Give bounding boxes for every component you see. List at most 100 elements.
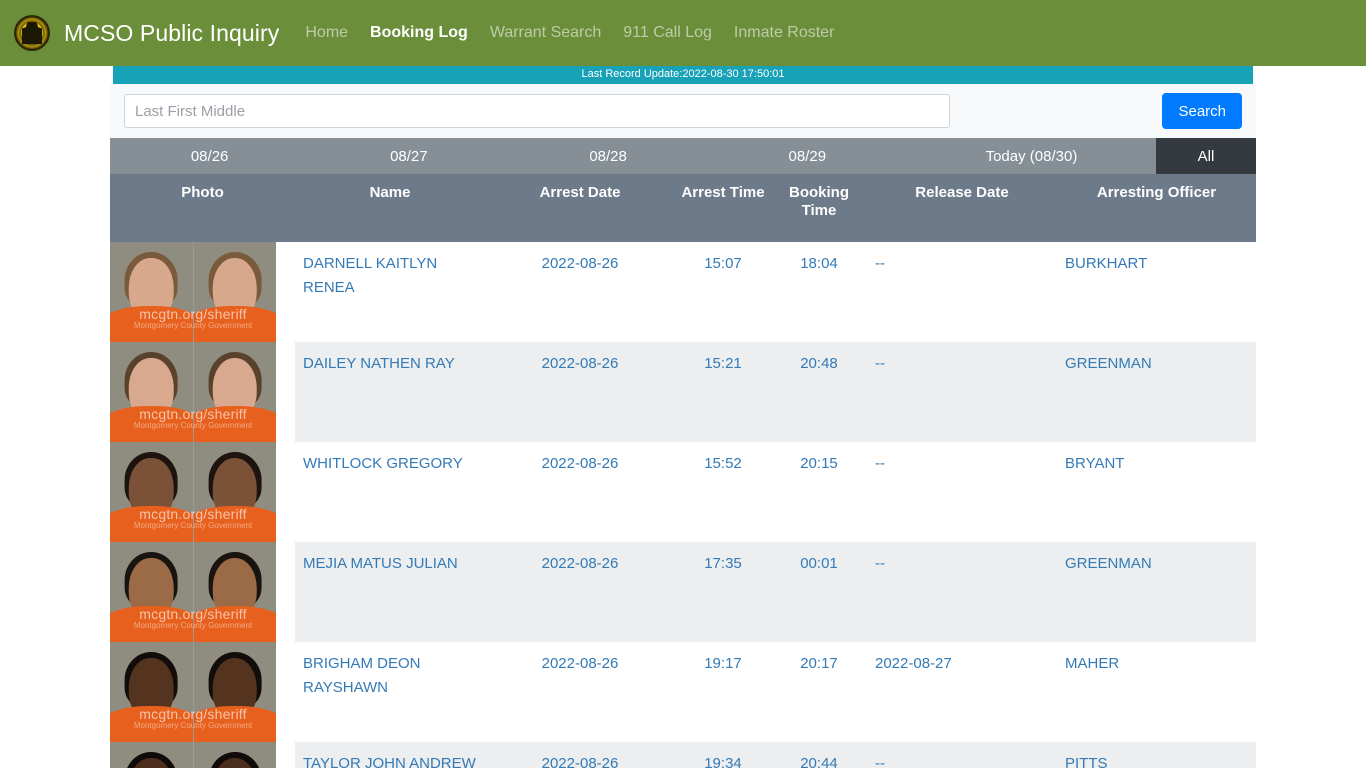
cell-arresting-officer-link[interactable]: BRYANT	[1065, 455, 1124, 472]
column-header-arrest-date[interactable]: Arrest Date	[485, 174, 675, 242]
cell-arresting-officer[interactable]: PITTS	[1057, 742, 1256, 768]
column-header-name[interactable]: Name	[295, 174, 485, 242]
cell-arresting-officer-link[interactable]: MAHER	[1065, 655, 1119, 672]
cell-arresting-officer-link[interactable]: GREENMAN	[1065, 555, 1152, 572]
cell-booking-time-link[interactable]: 20:44	[800, 755, 838, 768]
cell-arrest-time-link[interactable]: 15:21	[704, 355, 742, 372]
cell-arrest-date-link[interactable]: 2022-08-26	[542, 755, 619, 768]
cell-arrest-date[interactable]: 2022-08-26	[485, 742, 675, 768]
cell-name-link[interactable]: TAYLOR JOHN ANDREW	[303, 755, 476, 768]
cell-name[interactable]: DAILEY NATHEN RAY	[295, 342, 485, 442]
nav-link-home[interactable]: Home	[305, 24, 348, 42]
cell-arrest-date-link[interactable]: 2022-08-26	[542, 455, 619, 472]
cell-photo[interactable]: mcgtn.org/sheriffMontgomery County Gover…	[110, 742, 295, 768]
cell-arresting-officer[interactable]: MAHER	[1057, 642, 1256, 742]
cell-name[interactable]: WHITLOCK GREGORY	[295, 442, 485, 542]
cell-arrest-date[interactable]: 2022-08-26	[485, 342, 675, 442]
cell-release-date[interactable]: --	[867, 442, 1057, 542]
tab-0828[interactable]: 08/28	[508, 138, 707, 174]
cell-arrest-date[interactable]: 2022-08-26	[485, 542, 675, 642]
cell-booking-time-link[interactable]: 20:17	[800, 655, 838, 672]
cell-name-link[interactable]: WHITLOCK GREGORY	[303, 455, 463, 472]
cell-photo[interactable]: mcgtn.org/sheriffMontgomery County Gover…	[110, 542, 295, 642]
cell-arresting-officer[interactable]: GREENMAN	[1057, 342, 1256, 442]
cell-photo[interactable]: mcgtn.org/sheriffMontgomery County Gover…	[110, 342, 295, 442]
cell-arrest-date[interactable]: 2022-08-26	[485, 642, 675, 742]
cell-arresting-officer[interactable]: BURKHART	[1057, 242, 1256, 342]
cell-name[interactable]: DARNELL KAITLYN RENEA	[295, 242, 485, 342]
cell-arresting-officer-link[interactable]: PITTS	[1065, 755, 1108, 768]
cell-booking-time-link[interactable]: 20:48	[800, 355, 838, 372]
cell-photo[interactable]: mcgtn.org/sheriffMontgomery County Gover…	[110, 442, 295, 542]
cell-name-link[interactable]: MEJIA MATUS JULIAN	[303, 555, 458, 572]
nav-link-booking-log[interactable]: Booking Log	[370, 24, 468, 42]
cell-booking-time[interactable]: 20:17	[771, 642, 867, 742]
cell-arrest-date-link[interactable]: 2022-08-26	[542, 555, 619, 572]
cell-arrest-date-link[interactable]: 2022-08-26	[542, 655, 619, 672]
column-header-arrest-time[interactable]: Arrest Time	[675, 174, 771, 242]
cell-release-date-link[interactable]: 2022-08-27	[875, 655, 952, 672]
tab-all[interactable]: All	[1155, 138, 1256, 174]
cell-release-date-link[interactable]: --	[875, 455, 885, 472]
cell-arrest-time[interactable]: 15:52	[675, 442, 771, 542]
search-input[interactable]	[124, 94, 950, 128]
cell-photo[interactable]: mcgtn.org/sheriffMontgomery County Gover…	[110, 242, 295, 342]
mugshot-image[interactable]: mcgtn.org/sheriffMontgomery County Gover…	[110, 342, 276, 442]
cell-release-date[interactable]: --	[867, 242, 1057, 342]
cell-release-date-link[interactable]: --	[875, 355, 885, 372]
cell-photo[interactable]: mcgtn.org/sheriffMontgomery County Gover…	[110, 642, 295, 742]
cell-name[interactable]: TAYLOR JOHN ANDREW	[295, 742, 485, 768]
mugshot-image[interactable]: mcgtn.org/sheriffMontgomery County Gover…	[110, 442, 276, 542]
cell-arrest-time[interactable]: 15:21	[675, 342, 771, 442]
cell-booking-time[interactable]: 20:48	[771, 342, 867, 442]
mugshot-image[interactable]: mcgtn.org/sheriffMontgomery County Gover…	[110, 642, 276, 742]
cell-arrest-time-link[interactable]: 19:34	[704, 755, 742, 768]
column-header-booking-time[interactable]: Booking Time	[771, 174, 867, 242]
cell-name-link[interactable]: BRIGHAM DEON RAYSHAWN	[303, 655, 421, 696]
cell-release-date[interactable]: 2022-08-27	[867, 642, 1057, 742]
cell-release-date[interactable]: --	[867, 742, 1057, 768]
column-header-arresting-officer[interactable]: Arresting Officer	[1057, 174, 1256, 242]
cell-arresting-officer[interactable]: GREENMAN	[1057, 542, 1256, 642]
cell-arresting-officer[interactable]: BRYANT	[1057, 442, 1256, 542]
cell-arrest-time[interactable]: 19:34	[675, 742, 771, 768]
tab-0826[interactable]: 08/26	[110, 138, 309, 174]
cell-release-date[interactable]: --	[867, 542, 1057, 642]
cell-arrest-date-link[interactable]: 2022-08-26	[542, 355, 619, 372]
cell-name[interactable]: MEJIA MATUS JULIAN	[295, 542, 485, 642]
cell-booking-time[interactable]: 18:04	[771, 242, 867, 342]
cell-arrest-date[interactable]: 2022-08-26	[485, 442, 675, 542]
cell-booking-time[interactable]: 20:44	[771, 742, 867, 768]
nav-link-warrant-search[interactable]: Warrant Search	[490, 24, 601, 42]
cell-arrest-date-link[interactable]: 2022-08-26	[542, 255, 619, 272]
cell-release-date[interactable]: --	[867, 342, 1057, 442]
cell-release-date-link[interactable]: --	[875, 255, 885, 272]
cell-name-link[interactable]: DARNELL KAITLYN RENEA	[303, 255, 437, 296]
cell-name-link[interactable]: DAILEY NATHEN RAY	[303, 355, 455, 372]
search-button[interactable]: Search	[1162, 93, 1242, 129]
mugshot-image[interactable]: mcgtn.org/sheriffMontgomery County Gover…	[110, 542, 276, 642]
column-header-photo[interactable]: Photo	[110, 174, 295, 242]
cell-booking-time-link[interactable]: 00:01	[800, 555, 838, 572]
tab-0829[interactable]: 08/29	[708, 138, 907, 174]
cell-name[interactable]: BRIGHAM DEON RAYSHAWN	[295, 642, 485, 742]
cell-arrest-time-link[interactable]: 19:17	[704, 655, 742, 672]
cell-arrest-time[interactable]: 17:35	[675, 542, 771, 642]
cell-booking-time-link[interactable]: 20:15	[800, 455, 838, 472]
cell-booking-time[interactable]: 20:15	[771, 442, 867, 542]
column-header-release-date[interactable]: Release Date	[867, 174, 1057, 242]
cell-release-date-link[interactable]: --	[875, 755, 885, 768]
tab-today[interactable]: Today (08/30)	[907, 138, 1156, 174]
tab-0827[interactable]: 08/27	[309, 138, 508, 174]
cell-arrest-date[interactable]: 2022-08-26	[485, 242, 675, 342]
cell-arresting-officer-link[interactable]: BURKHART	[1065, 255, 1147, 272]
cell-arrest-time-link[interactable]: 15:52	[704, 455, 742, 472]
cell-arrest-time-link[interactable]: 15:07	[704, 255, 742, 272]
cell-release-date-link[interactable]: --	[875, 555, 885, 572]
cell-arrest-time[interactable]: 19:17	[675, 642, 771, 742]
cell-arrest-time-link[interactable]: 17:35	[704, 555, 742, 572]
cell-arresting-officer-link[interactable]: GREENMAN	[1065, 355, 1152, 372]
nav-link-911-call-log[interactable]: 911 Call Log	[623, 24, 712, 42]
cell-booking-time[interactable]: 00:01	[771, 542, 867, 642]
mugshot-image[interactable]: mcgtn.org/sheriffMontgomery County Gover…	[110, 242, 276, 342]
